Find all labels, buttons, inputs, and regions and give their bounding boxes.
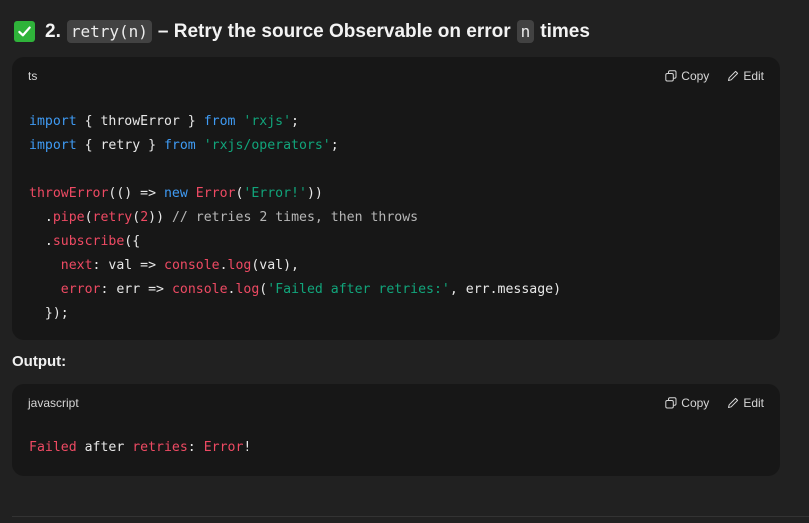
- code-token: next: [60, 258, 93, 273]
- check-mark-icon: [14, 21, 35, 42]
- code-block-ts: ts Copy Edit import { throwError } from …: [12, 57, 780, 340]
- code-token: from: [203, 114, 236, 129]
- copy-button[interactable]: Copy: [665, 69, 709, 83]
- code-token: throwError: [29, 186, 109, 201]
- code-token: { throwError }: [76, 114, 204, 129]
- code-token: .: [219, 258, 228, 273]
- edit-button[interactable]: Edit: [727, 69, 764, 83]
- code-token: subscribe: [52, 234, 125, 249]
- code-token: from: [163, 138, 196, 153]
- edit-label: Edit: [743, 69, 764, 83]
- code-token: });: [29, 306, 69, 321]
- pencil-icon: [727, 70, 739, 82]
- code-token: retry: [92, 210, 133, 225]
- heading-tail: times: [540, 20, 590, 42]
- copy-icon: [665, 70, 677, 82]
- code-line: error: err => console.log('Failed after …: [29, 278, 561, 302]
- code-block-actions: Copy Edit: [665, 69, 764, 83]
- code-token: : err =>: [100, 282, 172, 297]
- code-block-actions: Copy Edit: [665, 396, 764, 410]
- output-label: Output:: [12, 353, 67, 370]
- edit-button[interactable]: Edit: [727, 396, 764, 410]
- code-content: Failed after retries: Error!: [29, 436, 251, 460]
- code-token: .: [29, 210, 53, 225]
- code-token: )): [148, 210, 172, 225]
- code-token: :: [187, 440, 204, 455]
- copy-button[interactable]: Copy: [665, 396, 709, 410]
- code-token: (() =>: [108, 186, 164, 201]
- code-line: import { retry } from 'rxjs/operators';: [29, 134, 561, 158]
- code-token: (: [84, 210, 93, 225]
- code-line: Failed after retries: Error!: [29, 436, 251, 460]
- code-block-javascript: javascript Copy Edit Failed after retrie…: [12, 384, 780, 476]
- code-token: import: [29, 138, 77, 153]
- copy-label: Copy: [681, 69, 710, 83]
- code-token: .: [29, 234, 53, 249]
- code-token: 2: [140, 210, 149, 225]
- code-token: Failed: [29, 440, 77, 455]
- heading-code-n: n: [516, 20, 535, 43]
- code-language-label: ts: [28, 69, 38, 83]
- heading-text: – Retry the source Observable on error: [157, 20, 511, 42]
- copy-label: Copy: [681, 396, 710, 410]
- code-token: retries: [132, 440, 188, 455]
- code-token: , err.message): [449, 282, 562, 297]
- code-line: .pipe(retry(2)) // retries 2 times, then…: [29, 206, 561, 230]
- copy-icon: [665, 397, 677, 409]
- pencil-icon: [727, 397, 739, 409]
- code-token: after: [76, 440, 133, 455]
- code-line: next: val => console.log(val),: [29, 254, 561, 278]
- page: 2. retry(n) – Retry the source Observabl…: [0, 0, 809, 523]
- code-token: 'rxjs': [243, 114, 292, 129]
- code-token: Error: [203, 440, 244, 455]
- code-content: import { throwError } from 'rxjs'; import…: [29, 110, 561, 326]
- code-token: : val =>: [92, 258, 164, 273]
- code-line: throwError(() => new Error('Error!')): [29, 182, 561, 206]
- code-token: error: [60, 282, 101, 297]
- code-language-label: javascript: [28, 396, 79, 410]
- code-token: (val),: [251, 258, 299, 273]
- code-token: { retry }: [76, 138, 164, 153]
- code-token: 'rxjs/operators': [203, 138, 331, 153]
- code-token: 'Error!': [243, 186, 307, 201]
- code-token: pipe: [52, 210, 85, 225]
- edit-label: Edit: [743, 396, 764, 410]
- code-token: !: [243, 440, 252, 455]
- heading-number: 2.: [45, 20, 61, 42]
- code-block-header: ts Copy Edit: [28, 68, 764, 84]
- code-token: new: [163, 186, 188, 201]
- code-token: console: [164, 258, 220, 273]
- section-heading: 2. retry(n) – Retry the source Observabl…: [14, 20, 590, 43]
- code-line: import { throwError } from 'rxjs';: [29, 110, 561, 134]
- code-token: log: [235, 282, 260, 297]
- code-token: 'Failed after retries:': [267, 282, 450, 297]
- code-token: console: [171, 282, 228, 297]
- heading-code-retry: retry(n): [66, 20, 152, 43]
- code-token: ({: [124, 234, 141, 249]
- code-block-header: javascript Copy Edit: [28, 395, 764, 411]
- code-token: Error: [195, 186, 236, 201]
- code-token: )): [306, 186, 323, 201]
- code-token: log: [227, 258, 252, 273]
- code-token: // retries 2 times, then throws: [171, 210, 419, 225]
- code-line: .subscribe({: [29, 230, 561, 254]
- code-token: ;: [291, 114, 299, 129]
- code-token: import: [29, 114, 77, 129]
- code-line: });: [29, 302, 561, 326]
- divider: [12, 516, 809, 517]
- code-token: (: [132, 210, 141, 225]
- code-token: ;: [330, 138, 339, 153]
